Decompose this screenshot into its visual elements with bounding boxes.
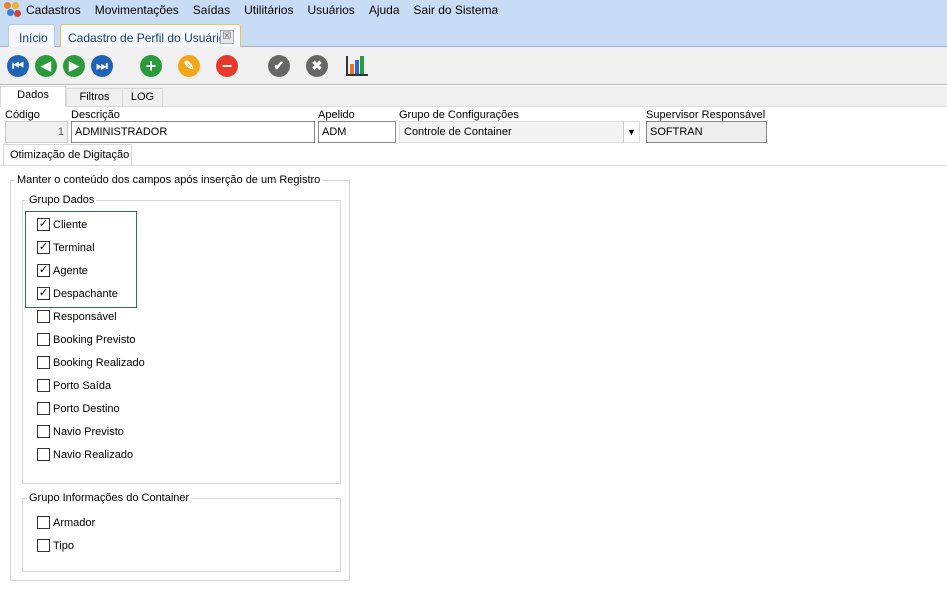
confirm-button[interactable]: ✔ xyxy=(268,55,290,77)
checkbox-box[interactable] xyxy=(37,448,50,461)
chevron-down-icon[interactable]: ▼ xyxy=(623,122,639,142)
checkbox-box[interactable] xyxy=(37,425,50,438)
checkbox-armador[interactable]: Armador xyxy=(37,516,95,529)
checkbox-label: Armador xyxy=(53,516,96,529)
previous-record-button[interactable]: ◀ xyxy=(35,55,57,77)
select-value: Controle de Container xyxy=(404,126,512,138)
checkbox-label: Porto Destino xyxy=(53,402,120,415)
grupo-configuracoes-label: Grupo de Configurações xyxy=(399,109,519,121)
checkbox-label: Agente xyxy=(53,264,88,277)
checkbox-navio-realizado[interactable]: Navio Realizado xyxy=(37,448,133,461)
checkbox-label: Porto Saída xyxy=(53,379,112,392)
last-record-button[interactable]: ⏭ xyxy=(91,55,113,77)
checkbox-label: Cliente xyxy=(53,218,88,231)
checkbox-box[interactable] xyxy=(37,516,50,529)
checkbox-tipo[interactable]: Tipo xyxy=(37,539,74,552)
add-button[interactable]: + xyxy=(140,55,162,77)
tab-label: Cadastro de Perfil do Usuário xyxy=(68,31,226,45)
checkbox-navio-previsto[interactable]: Navio Previsto xyxy=(37,425,124,438)
first-record-button[interactable]: ⏮ xyxy=(7,55,29,77)
report-chart-icon[interactable] xyxy=(346,56,368,76)
delete-button[interactable]: − xyxy=(216,55,238,77)
checkbox-box[interactable] xyxy=(37,333,50,346)
menu-saidas[interactable]: Saídas xyxy=(193,3,230,17)
checkbox-terminal[interactable]: ✓ Terminal xyxy=(37,241,95,254)
checkbox-porto-sa-da[interactable]: Porto Saída xyxy=(37,379,111,392)
apelido-label: Apelido xyxy=(318,109,355,121)
checkbox-porto-destino[interactable]: Porto Destino xyxy=(37,402,120,415)
grupo-dados-title: Grupo Dados xyxy=(29,194,95,206)
checkbox-label: Responsável xyxy=(53,310,117,323)
supervisor-label: Supervisor Responsável xyxy=(646,109,766,121)
cancel-button[interactable]: ✖ xyxy=(306,55,328,77)
menu-movimentacoes[interactable]: Movimentações xyxy=(95,3,179,17)
close-icon[interactable]: ☒ xyxy=(220,30,234,44)
menu-utilitarios[interactable]: Utilitários xyxy=(244,3,293,17)
descricao-field[interactable]: ADMINISTRADOR xyxy=(71,121,315,143)
page-tabs: Dados Filtros LOG xyxy=(0,86,947,107)
grupo-container: Grupo Informações do Container xyxy=(22,492,341,572)
menu-bar: Cadastros Movimentações Saídas Utilitári… xyxy=(0,0,947,19)
checkbox-label: Tipo xyxy=(53,539,74,552)
checkbox-booking-previsto[interactable]: Booking Previsto xyxy=(37,333,136,346)
checked-icon[interactable]: ✓ xyxy=(37,287,50,300)
tab-filtros[interactable]: Filtros xyxy=(66,88,123,107)
checkbox-label: Booking Realizado xyxy=(53,356,145,369)
checked-icon[interactable]: ✓ xyxy=(37,264,50,277)
checkbox-despachante[interactable]: ✓ Despachante xyxy=(37,287,118,300)
edit-button[interactable]: ✎ xyxy=(178,55,200,77)
checkbox-box[interactable] xyxy=(37,379,50,392)
next-record-button[interactable]: ▶ xyxy=(63,55,85,77)
checkbox-respons-vel[interactable]: Responsável xyxy=(37,310,117,323)
checkbox-agente[interactable]: ✓ Agente xyxy=(37,264,88,277)
toolbar: ⏮ ◀ ▶ ⏭ + ✎ − ✔ ✖ xyxy=(0,47,947,85)
tab-label: Início xyxy=(19,31,48,45)
app-logo-icon xyxy=(4,1,22,18)
checkbox-cliente[interactable]: ✓ Cliente xyxy=(37,218,87,231)
descricao-label: Descrição xyxy=(71,109,120,121)
tab-log[interactable]: LOG xyxy=(122,88,163,107)
checkbox-box[interactable] xyxy=(37,402,50,415)
checked-icon[interactable]: ✓ xyxy=(37,241,50,254)
outer-group-title: Manter o conteúdo dos campos após inserç… xyxy=(17,174,321,186)
checkbox-label: Booking Previsto xyxy=(53,333,136,346)
codigo-field: 1 xyxy=(5,121,68,143)
codigo-label: Código xyxy=(5,109,40,121)
menu-ajuda[interactable]: Ajuda xyxy=(369,3,400,17)
menu-sair[interactable]: Sair do Sistema xyxy=(414,3,499,17)
checkbox-box[interactable] xyxy=(37,356,50,369)
apelido-field[interactable]: ADM xyxy=(318,121,396,143)
checkbox-label: Despachante xyxy=(53,287,118,300)
tab-dados[interactable]: Dados xyxy=(0,86,66,107)
tab-cadastro-perfil[interactable]: Cadastro de Perfil do Usuário ☒ xyxy=(60,24,241,47)
tab-otimizacao-digitacao[interactable]: Otimização de Digitação xyxy=(3,144,132,166)
checkbox-label: Navio Previsto xyxy=(53,425,124,438)
divider xyxy=(0,165,947,166)
checkbox-box[interactable] xyxy=(37,310,50,323)
checkbox-box[interactable] xyxy=(37,539,50,552)
tab-inicio[interactable]: Início xyxy=(8,24,55,47)
checked-icon[interactable]: ✓ xyxy=(37,218,50,231)
supervisor-field: SOFTRAN xyxy=(646,121,767,143)
grupo-configuracoes-select[interactable]: Controle de Container ▼ xyxy=(399,121,640,143)
grupo-container-title: Grupo Informações do Container xyxy=(29,492,190,504)
checkbox-label: Terminal xyxy=(53,241,95,254)
menu-cadastros[interactable]: Cadastros xyxy=(26,3,81,17)
menu-usuarios[interactable]: Usuários xyxy=(307,3,354,17)
checkbox-label: Navio Realizado xyxy=(53,448,134,461)
document-tabs: Início Cadastro de Perfil do Usuário ☒ xyxy=(0,19,947,47)
checkbox-booking-realizado[interactable]: Booking Realizado xyxy=(37,356,145,369)
